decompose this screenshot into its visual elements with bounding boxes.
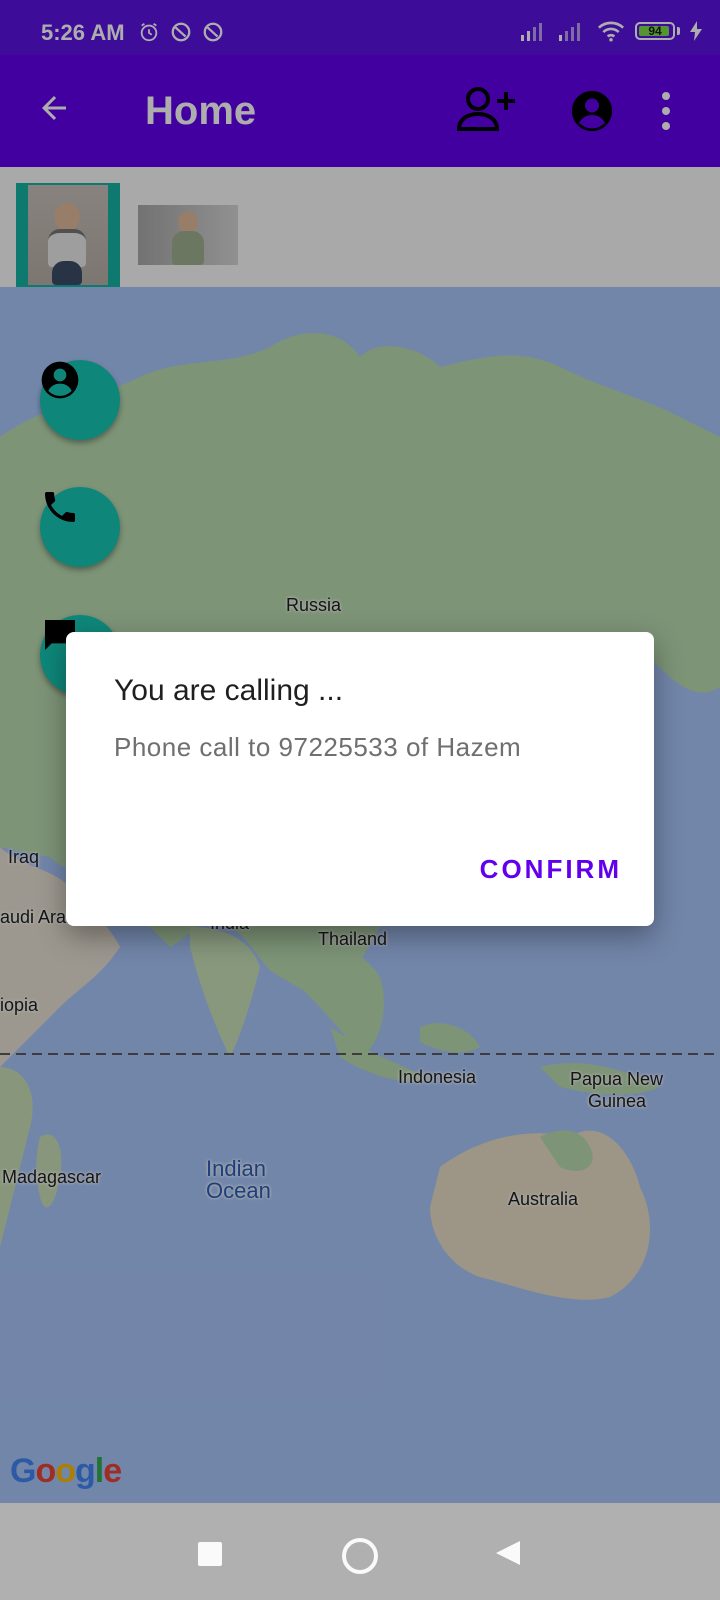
confirm-button[interactable]: CONFIRM [480, 854, 622, 885]
dialog-title: You are calling ... [114, 674, 344, 707]
dialog-message: Phone call to 97225533 of Hazem [114, 732, 522, 762]
recents-button[interactable] [198, 1542, 222, 1566]
back-button[interactable] [494, 1539, 522, 1567]
calling-dialog: You are calling ... Phone call to 972255… [66, 632, 654, 926]
system-nav-bar [0, 1503, 720, 1600]
home-button[interactable] [342, 1538, 378, 1574]
